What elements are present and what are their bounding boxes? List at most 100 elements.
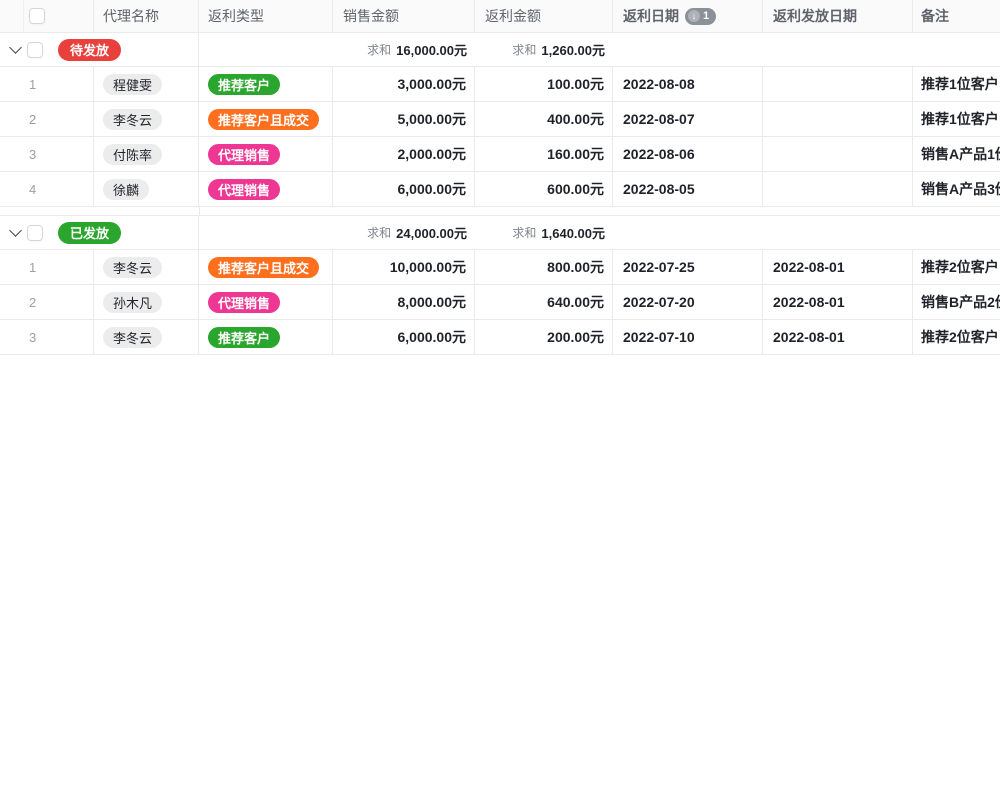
row-number: 3 bbox=[0, 147, 36, 162]
group-sum-rebate: 求和1,640.00元 bbox=[475, 216, 613, 249]
cell-agent-name[interactable]: 徐麟 bbox=[94, 172, 199, 206]
cell-rebate-type[interactable]: 推荐客户 bbox=[199, 320, 333, 354]
table-row: 1 李冬云 推荐客户且成交 10,000.00元 800.00元 2022-07… bbox=[0, 250, 1000, 285]
sort-order-badge[interactable]: ↓ 1 bbox=[685, 8, 716, 25]
cell-rebate-date[interactable]: 2022-08-08 bbox=[613, 67, 763, 101]
cell-rebate-date[interactable]: 2022-08-06 bbox=[613, 137, 763, 171]
rebate-type-tag: 推荐客户 bbox=[208, 74, 280, 95]
row-number-cell[interactable]: 2 bbox=[0, 285, 94, 319]
group-title-cell: 已发放 bbox=[0, 216, 199, 249]
cell-rebate-type[interactable]: 代理销售 bbox=[199, 285, 333, 319]
cell-note[interactable]: 推荐2位客户 bbox=[913, 250, 1000, 284]
cell-rebate-amount[interactable]: 800.00元 bbox=[475, 250, 613, 284]
cell-sales-amount[interactable]: 6,000.00元 bbox=[333, 320, 475, 354]
row-number-cell[interactable]: 3 bbox=[0, 320, 94, 354]
group-separator bbox=[0, 207, 1000, 216]
collapse-chevron-icon[interactable] bbox=[9, 41, 22, 54]
rebate-grid-table: 代理名称 返利类型 销售金额 返利金额 返利日期 ↓ 1 返利发放日期 备注 待… bbox=[0, 0, 1000, 355]
cell-issue-date[interactable] bbox=[763, 137, 913, 171]
cell-issue-date[interactable] bbox=[763, 172, 913, 206]
cell-note[interactable]: 销售A产品1份 bbox=[913, 137, 1000, 171]
cell-rebate-type[interactable]: 推荐客户且成交 bbox=[199, 250, 333, 284]
row-number: 2 bbox=[0, 295, 36, 310]
group-status-badge: 已发放 bbox=[58, 222, 121, 244]
cell-sales-amount[interactable]: 5,000.00元 bbox=[333, 102, 475, 136]
column-header-rebate-amount[interactable]: 返利金额 bbox=[475, 0, 613, 32]
agent-name-tag: 付陈率 bbox=[103, 144, 162, 165]
cell-issue-date[interactable]: 2022-08-01 bbox=[763, 250, 913, 284]
cell-note[interactable]: 推荐1位客户 bbox=[913, 67, 1000, 101]
cell-note[interactable]: 销售B产品2份 bbox=[913, 285, 1000, 319]
header-select-cell bbox=[0, 0, 94, 32]
cell-note[interactable]: 销售A产品3份 bbox=[913, 172, 1000, 206]
group-empty-cell bbox=[199, 216, 333, 249]
cell-agent-name[interactable]: 李冬云 bbox=[94, 250, 199, 284]
group-select-checkbox[interactable] bbox=[27, 42, 43, 58]
cell-sales-amount[interactable]: 2,000.00元 bbox=[333, 137, 475, 171]
cell-rebate-amount[interactable]: 160.00元 bbox=[475, 137, 613, 171]
group-empty-cell bbox=[199, 33, 333, 66]
select-all-checkbox[interactable] bbox=[29, 8, 45, 24]
sort-desc-icon: ↓ bbox=[688, 10, 700, 22]
cell-sales-amount[interactable]: 6,000.00元 bbox=[333, 172, 475, 206]
table-row: 2 孙木凡 代理销售 8,000.00元 640.00元 2022-07-20 … bbox=[0, 285, 1000, 320]
cell-issue-date[interactable] bbox=[763, 67, 913, 101]
cell-rebate-amount[interactable]: 640.00元 bbox=[475, 285, 613, 319]
cell-agent-name[interactable]: 李冬云 bbox=[94, 320, 199, 354]
cell-rebate-type[interactable]: 推荐客户且成交 bbox=[199, 102, 333, 136]
cell-sales-amount[interactable]: 10,000.00元 bbox=[333, 250, 475, 284]
row-number-cell[interactable]: 1 bbox=[0, 67, 94, 101]
collapse-chevron-icon[interactable] bbox=[9, 224, 22, 237]
cell-agent-name[interactable]: 李冬云 bbox=[94, 102, 199, 136]
cell-rebate-amount[interactable]: 100.00元 bbox=[475, 67, 613, 101]
cell-rebate-date[interactable]: 2022-07-25 bbox=[613, 250, 763, 284]
row-number: 1 bbox=[0, 260, 36, 275]
cell-agent-name[interactable]: 程健雯 bbox=[94, 67, 199, 101]
table-row: 3 李冬云 推荐客户 6,000.00元 200.00元 2022-07-10 … bbox=[0, 320, 1000, 355]
cell-note[interactable]: 推荐2位客户 bbox=[913, 320, 1000, 354]
column-header-agent-name[interactable]: 代理名称 bbox=[94, 0, 199, 32]
agent-name-tag: 程健雯 bbox=[103, 74, 162, 95]
row-number-cell[interactable]: 4 bbox=[0, 172, 94, 206]
group-select-checkbox[interactable] bbox=[27, 225, 43, 241]
cell-rebate-date[interactable]: 2022-08-05 bbox=[613, 172, 763, 206]
column-header-issue-date[interactable]: 返利发放日期 bbox=[763, 0, 913, 32]
cell-rebate-amount[interactable]: 400.00元 bbox=[475, 102, 613, 136]
cell-rebate-type[interactable]: 代理销售 bbox=[199, 172, 333, 206]
rebate-type-tag: 代理销售 bbox=[208, 144, 280, 165]
cell-agent-name[interactable]: 付陈率 bbox=[94, 137, 199, 171]
column-header-rebate-type[interactable]: 返利类型 bbox=[199, 0, 333, 32]
cell-issue-date[interactable] bbox=[763, 102, 913, 136]
column-header-rebate-date[interactable]: 返利日期 ↓ 1 bbox=[613, 0, 763, 32]
group-status-badge: 待发放 bbox=[58, 39, 121, 61]
column-header-label: 返利日期 bbox=[623, 6, 679, 26]
cell-rebate-amount[interactable]: 200.00元 bbox=[475, 320, 613, 354]
cell-rebate-date[interactable]: 2022-07-10 bbox=[613, 320, 763, 354]
row-number-cell[interactable]: 1 bbox=[0, 250, 94, 284]
cell-rebate-amount[interactable]: 600.00元 bbox=[475, 172, 613, 206]
cell-issue-date[interactable]: 2022-08-01 bbox=[763, 320, 913, 354]
table-row: 2 李冬云 推荐客户且成交 5,000.00元 400.00元 2022-08-… bbox=[0, 102, 1000, 137]
column-header-sales-amount[interactable]: 销售金额 bbox=[333, 0, 475, 32]
cell-rebate-type[interactable]: 代理销售 bbox=[199, 137, 333, 171]
row-number-cell[interactable]: 2 bbox=[0, 102, 94, 136]
cell-rebate-date[interactable]: 2022-08-07 bbox=[613, 102, 763, 136]
row-number: 3 bbox=[0, 330, 36, 345]
group-title-cell: 待发放 bbox=[0, 33, 199, 66]
cell-issue-date[interactable]: 2022-08-01 bbox=[763, 285, 913, 319]
sort-order-number: 1 bbox=[703, 10, 709, 22]
row-number-cell[interactable]: 3 bbox=[0, 137, 94, 171]
cell-rebate-type[interactable]: 推荐客户 bbox=[199, 67, 333, 101]
cell-note[interactable]: 推荐1位客户 bbox=[913, 102, 1000, 136]
cell-sales-amount[interactable]: 8,000.00元 bbox=[333, 285, 475, 319]
record-group: 待发放 求和16,000.00元 求和1,260.00元 1 程健雯 推荐客户 … bbox=[0, 33, 1000, 207]
column-header-row: 代理名称 返利类型 销售金额 返利金额 返利日期 ↓ 1 返利发放日期 备注 bbox=[0, 0, 1000, 33]
rebate-type-tag: 推荐客户且成交 bbox=[208, 109, 319, 130]
agent-name-tag: 李冬云 bbox=[103, 327, 162, 348]
column-header-note[interactable]: 备注 bbox=[913, 0, 1000, 32]
row-number: 2 bbox=[0, 112, 36, 127]
cell-sales-amount[interactable]: 3,000.00元 bbox=[333, 67, 475, 101]
cell-agent-name[interactable]: 孙木凡 bbox=[94, 285, 199, 319]
agent-name-tag: 徐麟 bbox=[103, 179, 149, 200]
cell-rebate-date[interactable]: 2022-07-20 bbox=[613, 285, 763, 319]
